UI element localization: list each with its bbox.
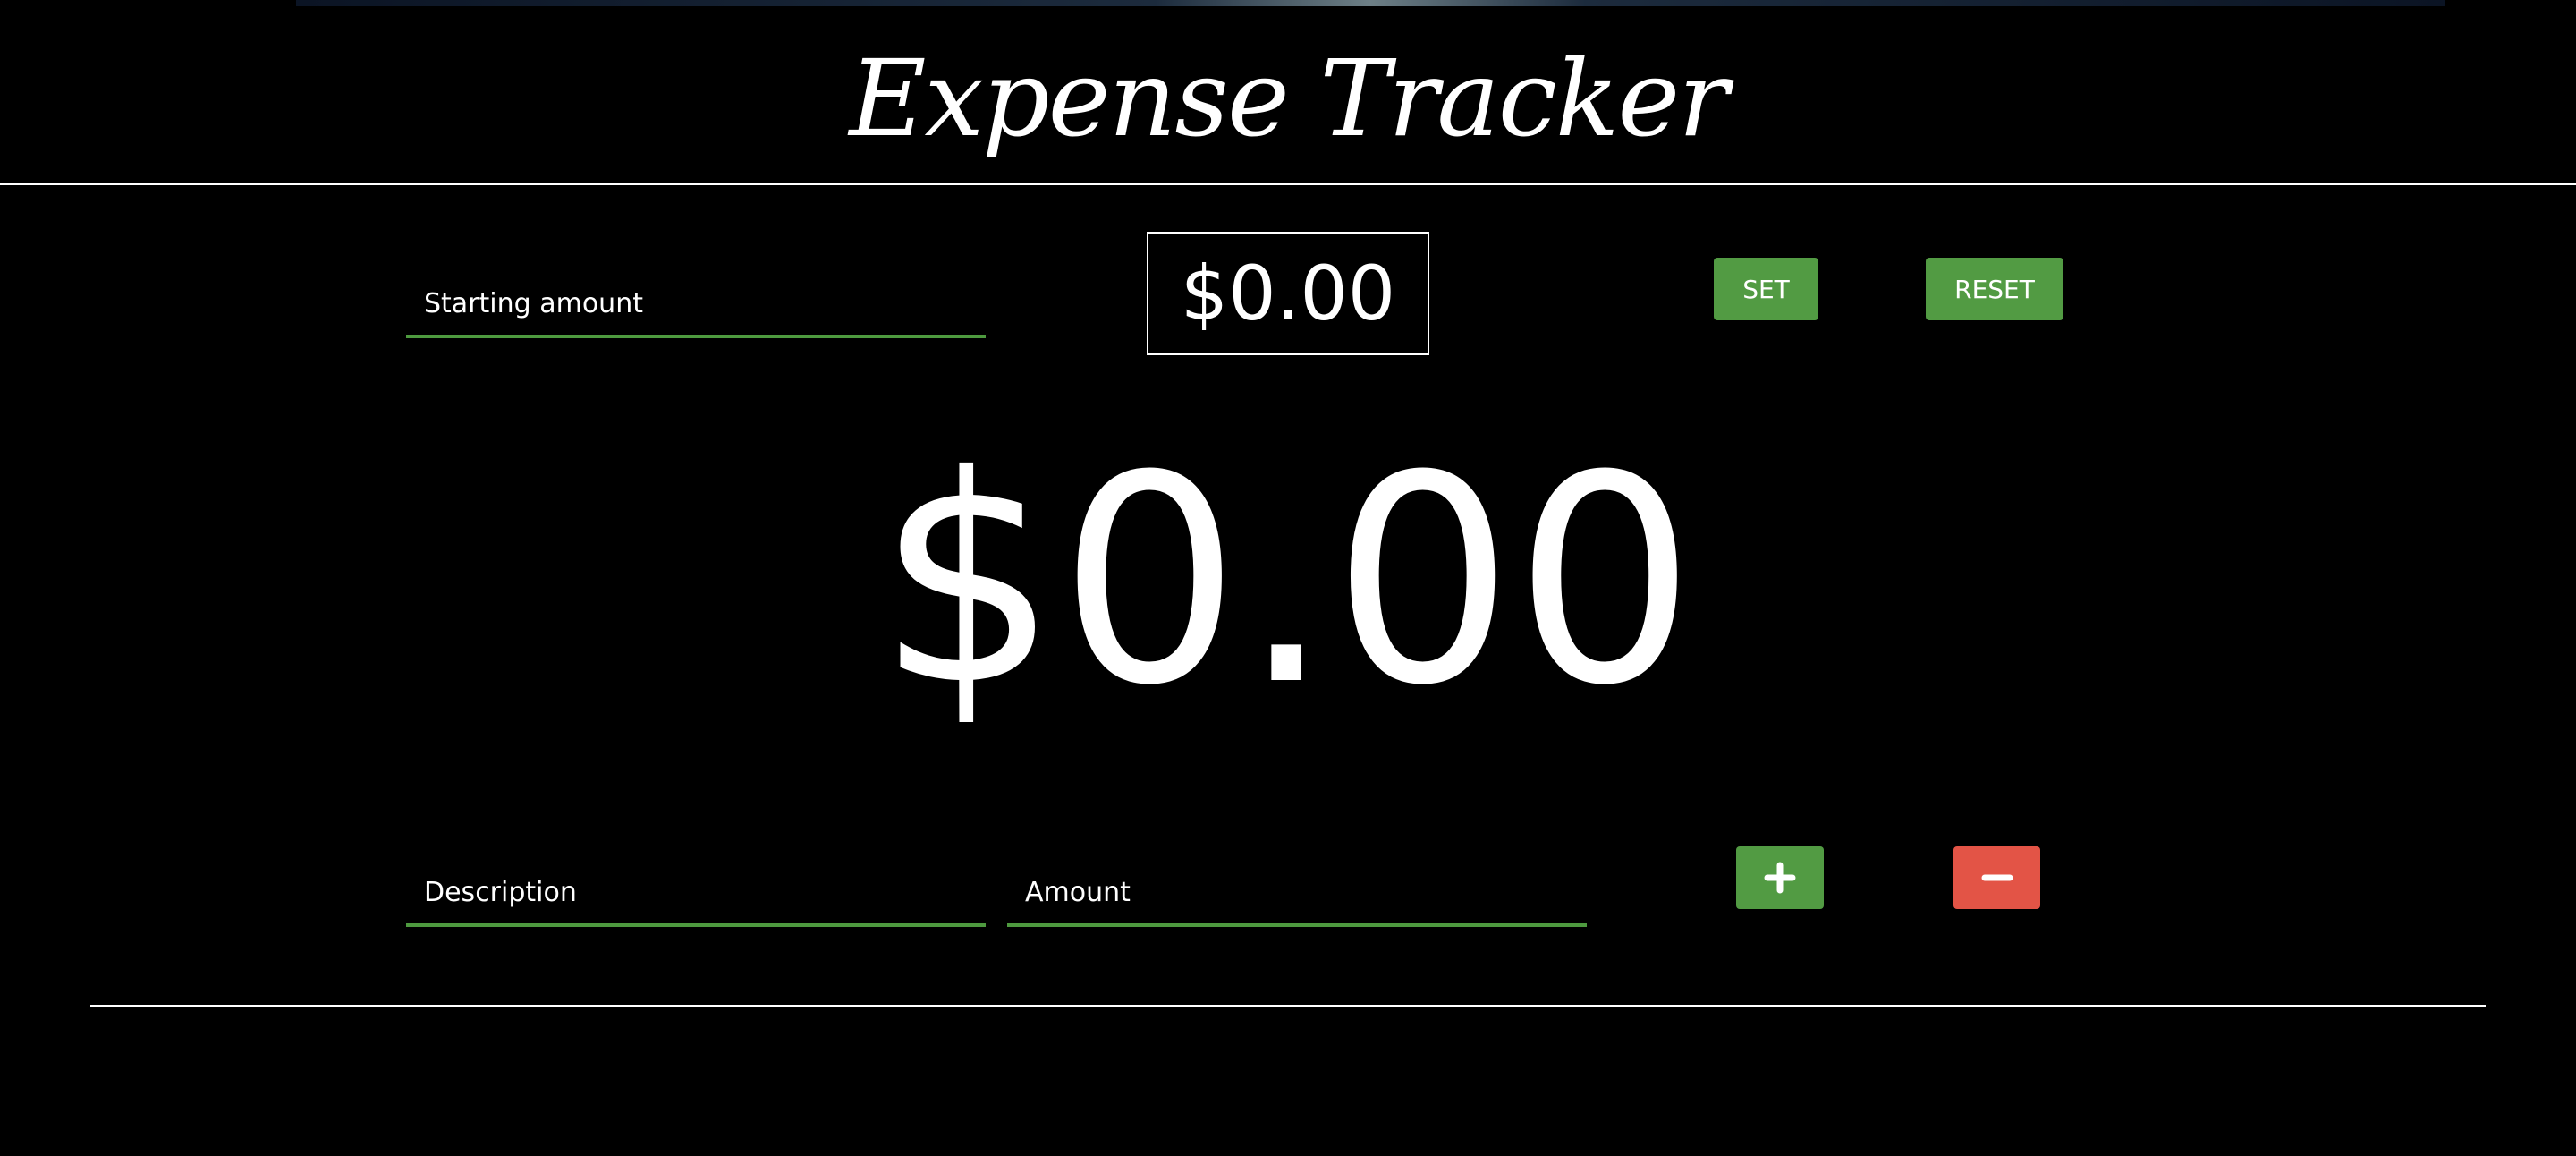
starting-amount-input[interactable] — [406, 272, 986, 335]
description-field[interactable] — [406, 861, 986, 927]
header-banner-image — [296, 0, 2445, 6]
amount-field[interactable] — [1007, 861, 1587, 927]
set-button[interactable]: SET — [1714, 258, 1818, 320]
description-input[interactable] — [406, 861, 986, 923]
header-divider — [0, 183, 2576, 185]
minus-icon — [1981, 874, 2012, 881]
balance-display: $0.00 — [876, 415, 1697, 748]
amount-input[interactable] — [1007, 861, 1587, 923]
starting-amount-field[interactable] — [406, 272, 986, 338]
add-expense-button[interactable] — [1736, 846, 1824, 909]
reset-button[interactable]: RESET — [1926, 258, 2063, 320]
starting-amount-display: $0.00 — [1147, 232, 1429, 355]
footer-divider — [90, 1005, 2486, 1007]
subtract-expense-button[interactable] — [1953, 846, 2040, 909]
page-title: Expense Tracker — [849, 37, 1728, 160]
plus-icon — [1764, 862, 1796, 894]
